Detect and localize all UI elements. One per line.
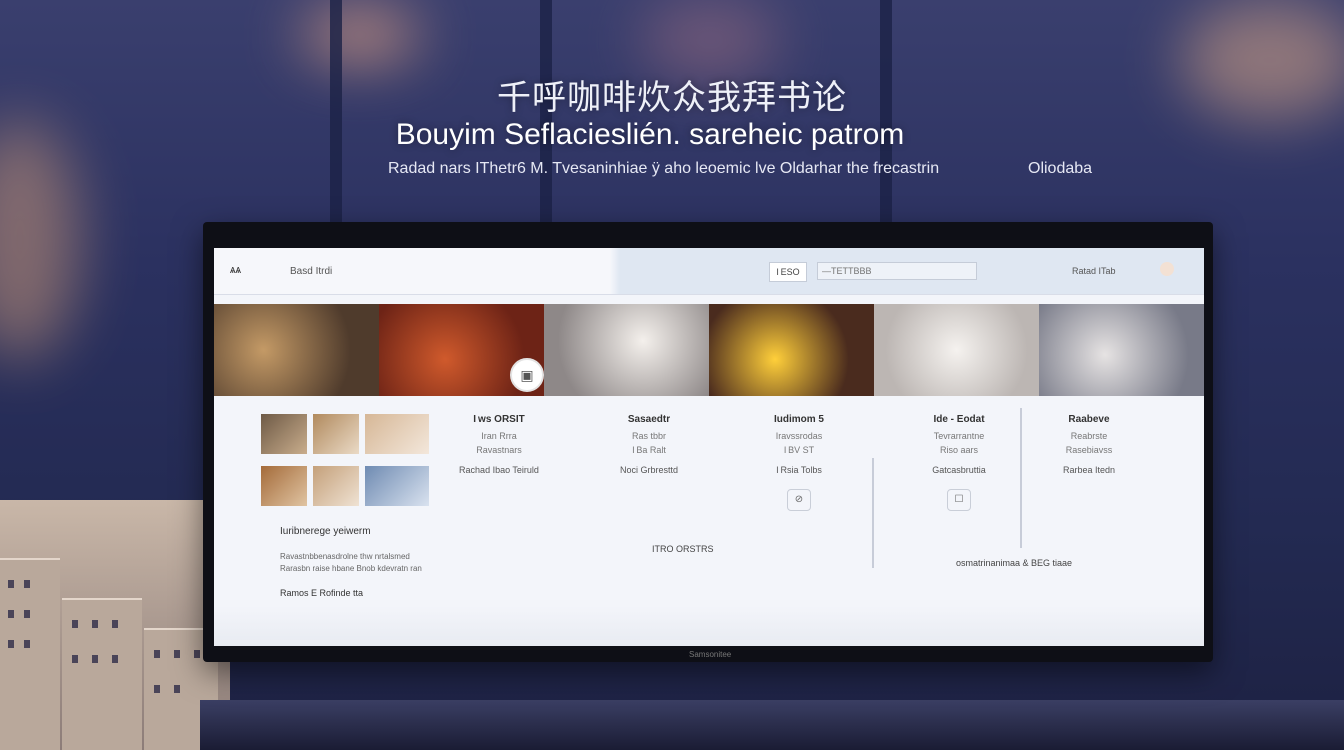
banner-image[interactable] bbox=[214, 304, 379, 396]
section-text: Ravastnbbenasdrolne thw nrtalsmed bbox=[280, 552, 410, 561]
banner-image[interactable] bbox=[1039, 304, 1204, 396]
thumbnail[interactable] bbox=[313, 414, 359, 454]
column-line: Iran Rrra bbox=[481, 431, 517, 441]
light-glow bbox=[0, 120, 80, 360]
column-title: Raabeve bbox=[1068, 414, 1110, 425]
hero-title: Bouyim Seflacieslién. sareheic patrom bbox=[395, 118, 905, 151]
play-badge-icon[interactable]: ▣ bbox=[510, 358, 544, 392]
app-screen: ѧѧ Basd Itrdi I ESO Ratad ITab ▣ bbox=[214, 248, 1204, 646]
column-title: Sasaedtr bbox=[627, 414, 671, 425]
avatar[interactable] bbox=[1160, 262, 1174, 276]
banner-image[interactable] bbox=[874, 304, 1039, 396]
search-button[interactable]: I ESO bbox=[769, 262, 807, 282]
section-text: Rarasbn raise hbane Bnob kdevratn ran bbox=[280, 564, 422, 573]
mid-link[interactable]: ITRO ORSTRS bbox=[652, 544, 714, 554]
footer-link[interactable]: Ramos E Rofinde tta bbox=[280, 588, 363, 598]
thumbnail[interactable] bbox=[365, 466, 429, 506]
thumbnail[interactable] bbox=[365, 414, 429, 454]
monitor-brand: Samsonitee bbox=[689, 650, 732, 659]
hero-headline: 千呼咖啡炊众我拜书论 bbox=[497, 78, 847, 118]
info-column: Iudimom 5 Iravssrodas I BV ST I Rsia Tol… bbox=[734, 414, 864, 511]
info-column: I ws ORSIT Iran Rrra Ravastnars Rachad I… bbox=[434, 414, 564, 475]
banner-image[interactable] bbox=[709, 304, 874, 396]
app-name[interactable]: Basd Itrdi bbox=[290, 266, 332, 277]
column-line: Rasebiavss bbox=[1065, 445, 1113, 455]
search-bar: I ESO bbox=[769, 260, 979, 282]
info-column: Ide - Eodat Tevrarrantne Riso aars Gatca… bbox=[894, 414, 1024, 511]
column-action[interactable]: Rachad Ibao Teiruld bbox=[434, 465, 564, 475]
divider bbox=[872, 458, 874, 568]
desk-surface bbox=[200, 700, 1344, 750]
column-line: Ravastnars bbox=[476, 445, 522, 455]
column-line: I BV ST bbox=[783, 445, 815, 455]
column-action[interactable]: Gatcasbruttia bbox=[894, 465, 1024, 475]
search-input[interactable] bbox=[817, 262, 977, 280]
account-link[interactable]: Ratad ITab bbox=[1072, 266, 1116, 276]
hero-subtitle: Radad nars IThetr6 M. Tvesaninhiae ÿ aho… bbox=[388, 160, 940, 177]
column-line: Tevrarrantne bbox=[933, 431, 985, 441]
app-header: ѧѧ Basd Itrdi I ESO Ratad ITab bbox=[214, 248, 1204, 295]
light-glow bbox=[300, 10, 420, 60]
column-title: I ws ORSIT bbox=[473, 414, 525, 425]
column-action[interactable]: I Rsia Tolbs bbox=[734, 465, 864, 475]
column-line: Iravssrodas bbox=[775, 431, 823, 441]
column-line: Ras tbbr bbox=[631, 431, 666, 441]
city-buildings bbox=[0, 500, 230, 750]
info-column: Sasaedtr Ras tbbr I Ba Ralt Noci Grbrest… bbox=[584, 414, 714, 475]
thumbnail-grid bbox=[261, 414, 429, 512]
column-title: Ide - Eodat bbox=[933, 414, 985, 425]
hero-side-text: Oliodaba bbox=[1028, 160, 1093, 177]
thumbnail[interactable] bbox=[261, 466, 307, 506]
column-icon[interactable]: ⊘ bbox=[787, 489, 811, 511]
column-action[interactable]: Rarbea Itedn bbox=[1024, 465, 1154, 475]
monitor: ѧѧ Basd Itrdi I ESO Ratad ITab ▣ bbox=[203, 222, 1213, 662]
banner-image[interactable] bbox=[544, 304, 709, 396]
column-title: Iudimom 5 bbox=[773, 414, 824, 425]
thumbnail[interactable] bbox=[313, 466, 359, 506]
light-glow bbox=[640, 0, 780, 80]
column-line: Riso aars bbox=[939, 445, 978, 455]
info-column: Raabeve Reabrste Rasebiavss Rarbea Itedn bbox=[1024, 414, 1154, 475]
screen-fade bbox=[214, 606, 1204, 646]
column-action[interactable]: Noci Grbresttd bbox=[584, 465, 714, 475]
divider bbox=[1020, 408, 1022, 548]
thumbnail[interactable] bbox=[261, 414, 307, 454]
column-line: Reabrste bbox=[1070, 431, 1108, 441]
section-heading: Iuribnerege yeiwerm bbox=[280, 526, 371, 537]
column-icon[interactable]: ☐ bbox=[947, 489, 971, 511]
app-logo[interactable]: ѧѧ bbox=[230, 264, 241, 276]
image-banner bbox=[214, 304, 1204, 396]
column-line: I Ba Ralt bbox=[632, 445, 666, 455]
right-link[interactable]: osmatrinanimaa & BEG tiaae bbox=[956, 558, 1072, 568]
